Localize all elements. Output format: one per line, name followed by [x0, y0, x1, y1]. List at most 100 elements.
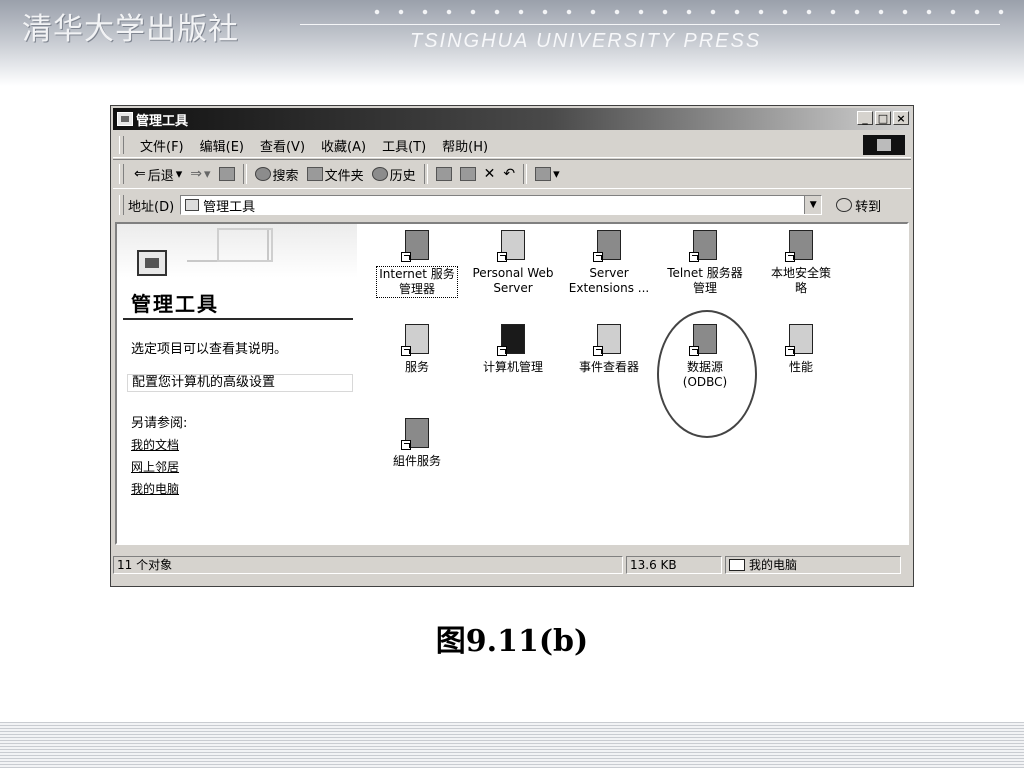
title-bar[interactable]: 管理工具 _ □ × — [113, 108, 911, 130]
item-services[interactable]: 服务 — [367, 320, 467, 375]
search-label: 搜索 — [272, 168, 299, 184]
admin-tools-icon — [137, 250, 167, 276]
item-personal-web-server[interactable]: Personal Web Server — [463, 226, 563, 296]
menu-help[interactable]: 帮助(H) — [434, 136, 496, 155]
explorer-window: 管理工具 _ □ × 文件(F) 编辑(E) 查看(V) 收藏(A) 工具(T)… — [110, 105, 914, 587]
go-button[interactable]: 转到 — [836, 196, 881, 215]
go-label: 转到 — [855, 199, 882, 215]
search-button[interactable]: 搜索 — [251, 165, 303, 184]
undo-icon: ↶ — [503, 166, 516, 182]
pane-title: 管理工具 — [131, 292, 219, 316]
item-performance[interactable]: 性能 — [751, 320, 851, 375]
status-object-count: 11 个对象 — [113, 556, 623, 574]
personal-web-server-icon — [497, 228, 529, 262]
folders-icon — [306, 167, 323, 181]
copy-to-button[interactable] — [456, 167, 480, 181]
item-label: 事件查看器 — [578, 360, 639, 374]
copy-to-icon — [459, 167, 476, 181]
status-bar: 11 个对象 13.6 KB 我的电脑 — [113, 553, 911, 577]
item-label: 組件服务 — [392, 454, 441, 468]
toolbar-separator — [423, 164, 428, 184]
item-computer-management[interactable]: 计算机管理 — [463, 320, 563, 375]
history-button[interactable]: 历史 — [368, 165, 420, 184]
address-input[interactable]: 管理工具 ▼ — [180, 195, 823, 215]
item-event-viewer[interactable]: 事件查看器 — [559, 320, 659, 375]
item-server-extensions[interactable]: Server Extensions ... — [559, 226, 659, 296]
history-icon — [371, 167, 388, 181]
back-button[interactable]: ⇐ 后退 ▾ — [130, 165, 186, 184]
item-internet-services[interactable]: Internet 服务 管理器 — [367, 226, 467, 298]
see-also-label: 另请参阅: — [131, 416, 188, 431]
back-arrow-icon: ⇐ — [134, 166, 146, 182]
computer-management-icon — [497, 322, 529, 356]
menu-file[interactable]: 文件(F) — [132, 136, 192, 155]
maximize-button[interactable]: □ — [875, 111, 891, 125]
views-button[interactable]: ▾ — [531, 167, 564, 182]
forward-button[interactable]: ⇒ ▾ — [186, 166, 214, 182]
item-label: Telnet 服务器 管理 — [667, 266, 743, 295]
chevron-down-icon[interactable]: ▾ — [204, 167, 211, 182]
address-grip[interactable] — [119, 195, 124, 215]
link-network-places[interactable]: 网上邻居 — [131, 458, 179, 475]
server-extensions-icon — [593, 228, 625, 262]
status-size: 13.6 KB — [626, 556, 722, 574]
move-to-icon — [435, 167, 452, 181]
minimize-button[interactable]: _ — [857, 111, 873, 125]
toolbar-grip[interactable] — [119, 164, 124, 184]
component-services-icon — [401, 416, 433, 450]
item-label: Personal Web Server — [472, 266, 554, 295]
item-label: Server Extensions ... — [568, 266, 650, 295]
status-zone: 我的电脑 — [725, 556, 901, 574]
toolbar-separator — [523, 164, 528, 184]
chevron-down-icon[interactable]: ▾ — [553, 167, 560, 182]
item-label: 计算机管理 — [482, 360, 543, 374]
pane-divider — [123, 318, 353, 320]
folder-view: 管理工具 选定项目可以查看其说明。 配置您计算机的高级设置 另请参阅: 我的文档… — [115, 222, 909, 545]
services-icon — [401, 322, 433, 356]
slide-footer — [0, 722, 1024, 768]
item-data-sources-odbc[interactable]: 数据源 (ODBC) — [655, 320, 755, 390]
window-controls: _ □ × — [857, 111, 909, 125]
menu-edit[interactable]: 编辑(E) — [192, 136, 252, 155]
folders-button[interactable]: 文件夹 — [303, 165, 368, 184]
address-dropdown-button[interactable]: ▼ — [804, 196, 822, 214]
link-my-computer[interactable]: 我的电脑 — [131, 480, 179, 497]
menu-bar: 文件(F) 编辑(E) 查看(V) 收藏(A) 工具(T) 帮助(H) — [113, 133, 911, 158]
folder-icon — [185, 199, 200, 211]
item-telnet-server[interactable]: Telnet 服务器 管理 — [655, 226, 755, 296]
computer-icon — [729, 559, 745, 571]
close-button[interactable]: × — [893, 111, 909, 125]
menu-grip[interactable] — [119, 136, 124, 154]
item-local-security-policy[interactable]: 本地安全策略 — [751, 226, 851, 296]
performance-icon — [785, 322, 817, 356]
menu-tools[interactable]: 工具(T) — [374, 136, 434, 155]
pane-hint: 选定项目可以查看其说明。 — [131, 342, 288, 357]
move-to-button[interactable] — [432, 167, 456, 181]
address-value: 管理工具 — [203, 199, 256, 215]
folders-label: 文件夹 — [324, 168, 364, 184]
internet-services-icon — [401, 228, 433, 262]
delete-button[interactable]: ✕ — [480, 166, 500, 182]
back-label: 后退 — [147, 168, 174, 184]
search-icon — [254, 167, 271, 181]
window-title: 管理工具 — [136, 113, 189, 129]
pane-description: 配置您计算机的高级设置 — [127, 374, 353, 392]
up-folder-icon — [218, 167, 235, 181]
up-button[interactable] — [215, 167, 239, 181]
telnet-server-icon — [689, 228, 721, 262]
link-my-documents[interactable]: 我的文档 — [131, 436, 179, 453]
status-zone-label: 我的电脑 — [749, 558, 798, 572]
header-rule — [300, 24, 1000, 25]
chevron-down-icon[interactable]: ▾ — [176, 167, 183, 182]
header-dots — [365, 9, 1015, 15]
slide-header: 清华大学出版社 TSINGHUA UNIVERSITY PRESS — [0, 0, 1024, 86]
folder-icon — [117, 112, 133, 126]
undo-button[interactable]: ↶ — [499, 166, 519, 182]
item-component-services[interactable]: 組件服务 — [367, 414, 467, 469]
views-icon — [535, 167, 552, 181]
publisher-name-en: TSINGHUA UNIVERSITY PRESS — [410, 30, 762, 52]
menu-favorites[interactable]: 收藏(A) — [313, 136, 374, 155]
menu-view[interactable]: 查看(V) — [252, 136, 313, 155]
web-view-pane: 管理工具 选定项目可以查看其说明。 配置您计算机的高级设置 另请参阅: 我的文档… — [117, 224, 357, 543]
standard-toolbar: ⇐ 后退 ▾ ⇒ ▾ 搜索 文件夹 历史 ✕ ↶ ▾ — [113, 159, 911, 189]
